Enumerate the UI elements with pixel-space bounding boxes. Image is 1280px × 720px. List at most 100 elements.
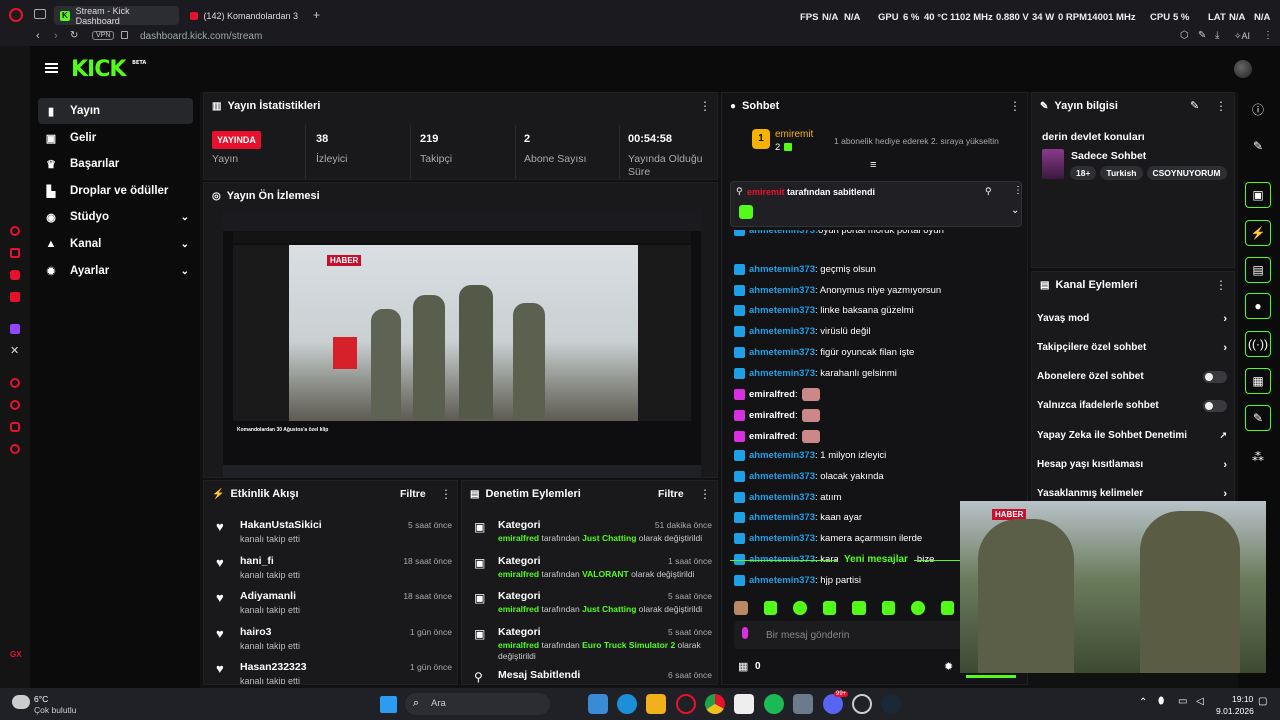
reload-icon[interactable]: ↻ (70, 30, 78, 41)
sidebar-home-icon[interactable] (10, 226, 20, 236)
action-slow-mode[interactable]: Yavaş mod › (1037, 313, 1227, 325)
chevron-down-icon[interactable]: ⌄ (181, 212, 189, 223)
chat-user[interactable]: ahmetemin373 (749, 533, 815, 544)
tag-pill[interactable]: Turkish (1100, 166, 1143, 180)
pip-video[interactable]: HABER (960, 501, 1266, 673)
widgets-icon[interactable] (588, 694, 608, 714)
search-box[interactable]: ⌕ Ara (405, 693, 550, 715)
moderation-user[interactable]: emiralfred (498, 533, 539, 543)
moderation-category[interactable]: Just Chatting (582, 604, 636, 614)
weather-temp[interactable]: 6°C (34, 694, 48, 704)
chat-user[interactable]: ahmetemin373 (749, 450, 815, 461)
action-followers-only[interactable]: Takipçilere özel sohbet › (1037, 342, 1227, 354)
expand-chevron-icon[interactable]: ⌄ (1011, 205, 1019, 216)
activity-user[interactable]: hani_fi (240, 555, 274, 567)
external-link-icon[interactable]: ↗ (1219, 430, 1227, 441)
chat-user[interactable]: ahmetemin373 (749, 512, 815, 523)
chat-user[interactable]: ahmetemin373 (749, 575, 815, 586)
download-icon[interactable]: ⤓ (1215, 30, 1219, 41)
stream-preview-video[interactable]: HABER Komandolardan 30 Ağustos'a özel kl… (223, 209, 701, 477)
category-name[interactable]: Sadece Sohbet (1071, 150, 1146, 162)
chat-user[interactable]: emiralfred (749, 431, 795, 442)
url-field[interactable]: dashboard.kick.com/stream (140, 31, 262, 42)
tools-icon[interactable]: ✎ (1245, 405, 1271, 431)
more-apps-icon[interactable]: ⁂ (1245, 444, 1271, 470)
sidebar-history-icon[interactable] (10, 248, 20, 258)
more-options-icon[interactable]: ⋮ (699, 487, 711, 501)
sidebar-extension-icon[interactable] (10, 422, 20, 432)
chevron-down-icon[interactable]: ⌄ (181, 239, 189, 250)
emote-icon[interactable] (793, 601, 807, 615)
opera-gx-icon[interactable] (676, 694, 696, 714)
moderation-category[interactable]: VALORANT (582, 569, 629, 579)
moderation-category[interactable]: Euro Truck Simulator 2 (582, 640, 675, 650)
discord-icon[interactable] (823, 694, 843, 714)
forward-icon[interactable]: › (54, 30, 58, 42)
chat-settings-icon[interactable]: ✹ (944, 660, 953, 673)
workspaces-icon[interactable] (34, 9, 46, 19)
action-account-age[interactable]: Hesap yaşı kısıtlaması › (1037, 459, 1227, 471)
vpn-badge[interactable]: VPN (92, 31, 115, 40)
tray-mic-icon[interactable]: ⬮ (1158, 696, 1164, 707)
info-icon[interactable]: ⓘ (1245, 96, 1271, 122)
opera-logo-icon[interactable] (9, 8, 23, 22)
action-subscribers-only[interactable]: Abonelere özel sohbet (1037, 371, 1227, 383)
chevron-right-icon[interactable]: › (1223, 488, 1227, 500)
chat-user[interactable]: ahmetemin373 (749, 264, 815, 275)
clip-icon[interactable]: ▣ (1245, 182, 1271, 208)
action-ai-moderation[interactable]: Yapay Zeka ile Sohbet Denetimi ↗ (1037, 430, 1227, 441)
nav-item-ayarlar[interactable]: ✹ Ayarlar ⌄ (38, 258, 193, 284)
activity-user[interactable]: Adiyamanli (240, 590, 296, 602)
moderation-user[interactable]: emiralfred (498, 604, 539, 614)
back-icon[interactable]: ‹ (36, 30, 40, 42)
nav-item-yayin[interactable]: ▮ Yayın (38, 98, 193, 124)
windows-start-icon[interactable] (380, 696, 397, 713)
activity-user[interactable]: hairo3 (240, 626, 272, 638)
steam-settings-icon[interactable] (852, 694, 872, 714)
sidebar-messenger-icon[interactable] (10, 270, 20, 280)
tray-volume-icon[interactable]: ◁ (1196, 696, 1204, 707)
chevron-right-icon[interactable]: › (1223, 342, 1227, 354)
tray-network-icon[interactable]: ▭ (1178, 696, 1187, 707)
spotify-icon[interactable] (764, 694, 784, 714)
sidebar-clock-icon[interactable] (10, 400, 20, 410)
file-explorer-icon[interactable] (646, 694, 666, 714)
gift-cta[interactable]: 1 abonelik hediye ederek 2. sıraya yükse… (834, 136, 999, 146)
nav-item-gelir[interactable]: ▣ Gelir (38, 125, 193, 151)
x-twitter-icon[interactable]: ✕ (10, 344, 19, 357)
more-options-icon[interactable]: ⋮ (1215, 99, 1227, 113)
moderation-user[interactable]: emiralfred (498, 569, 539, 579)
sidebar-settings-icon[interactable] (10, 444, 20, 454)
edge-icon[interactable] (617, 694, 637, 714)
chat-user[interactable]: ahmetemin373 (749, 347, 815, 358)
nav-item-studyo[interactable]: ◉ Stüdyo ⌄ (38, 204, 193, 230)
tab-youtube[interactable]: (142) Komandolardan 3 (184, 6, 304, 25)
sidebar-m-icon[interactable] (10, 292, 20, 302)
notes-icon[interactable]: ▤ (1245, 257, 1271, 283)
kick-logo[interactable]: KICK BETA (71, 57, 146, 82)
sidebar-player-icon[interactable] (10, 378, 20, 388)
nav-item-basarilar[interactable]: ♛ Başarılar (38, 151, 193, 177)
pin-icon[interactable]: ✎ (1198, 30, 1206, 41)
tag-pill[interactable]: 18+ (1070, 166, 1097, 180)
chevron-down-icon[interactable]: ⌄ (181, 266, 189, 277)
chat-user[interactable]: ahmetemin373 (749, 285, 815, 296)
tag-pill[interactable]: CSOYNUYORUM (1146, 166, 1227, 180)
chat-user[interactable]: emiralfred (749, 410, 795, 421)
chevron-right-icon[interactable]: › (1223, 459, 1227, 471)
chevron-right-icon[interactable]: › (1223, 313, 1227, 325)
chat-user[interactable]: ahmetemin373 (749, 492, 815, 503)
raid-icon[interactable]: ⚡ (1245, 220, 1271, 246)
steam-icon[interactable] (881, 694, 901, 714)
store-icon[interactable] (734, 694, 754, 714)
pinned-user[interactable]: emiremit (747, 187, 785, 197)
nav-item-droplar[interactable]: ▙ Droplar ve ödüller (38, 178, 193, 204)
hamburger-menu-icon[interactable] (45, 63, 58, 73)
chat-icon[interactable]: ● (1245, 293, 1271, 319)
tab-kick-dashboard[interactable]: K Stream - Kick Dashboard (54, 6, 179, 26)
more-options-icon[interactable]: ⋮ (1013, 185, 1023, 196)
chat-user[interactable]: ahmetemin373 (749, 305, 815, 316)
notifications-icon[interactable]: ▢ (1258, 696, 1267, 707)
emote-icon[interactable] (852, 601, 866, 615)
emote-icon[interactable] (763, 601, 777, 615)
